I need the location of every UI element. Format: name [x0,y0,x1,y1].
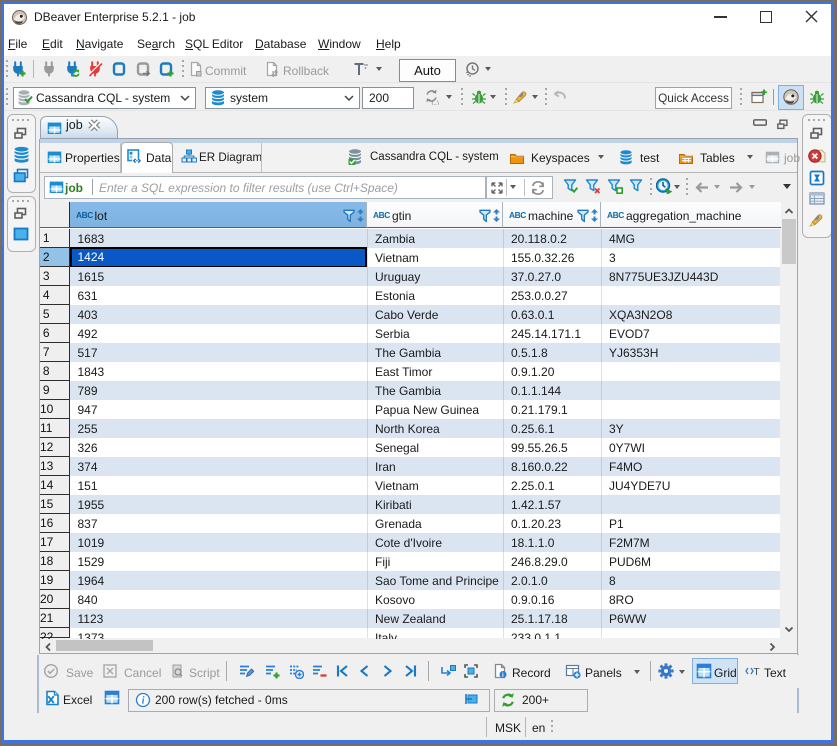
svg-text:ABC: ABC [509,210,526,220]
svg-text:T: T [754,667,760,678]
svg-text:(..): (..) [432,101,439,105]
svg-text:ABC: ABC [373,210,390,220]
svg-text:ABC: ABC [607,210,624,220]
svg-text:i: i [142,696,145,707]
svg-text:ABC: ABC [76,210,93,220]
